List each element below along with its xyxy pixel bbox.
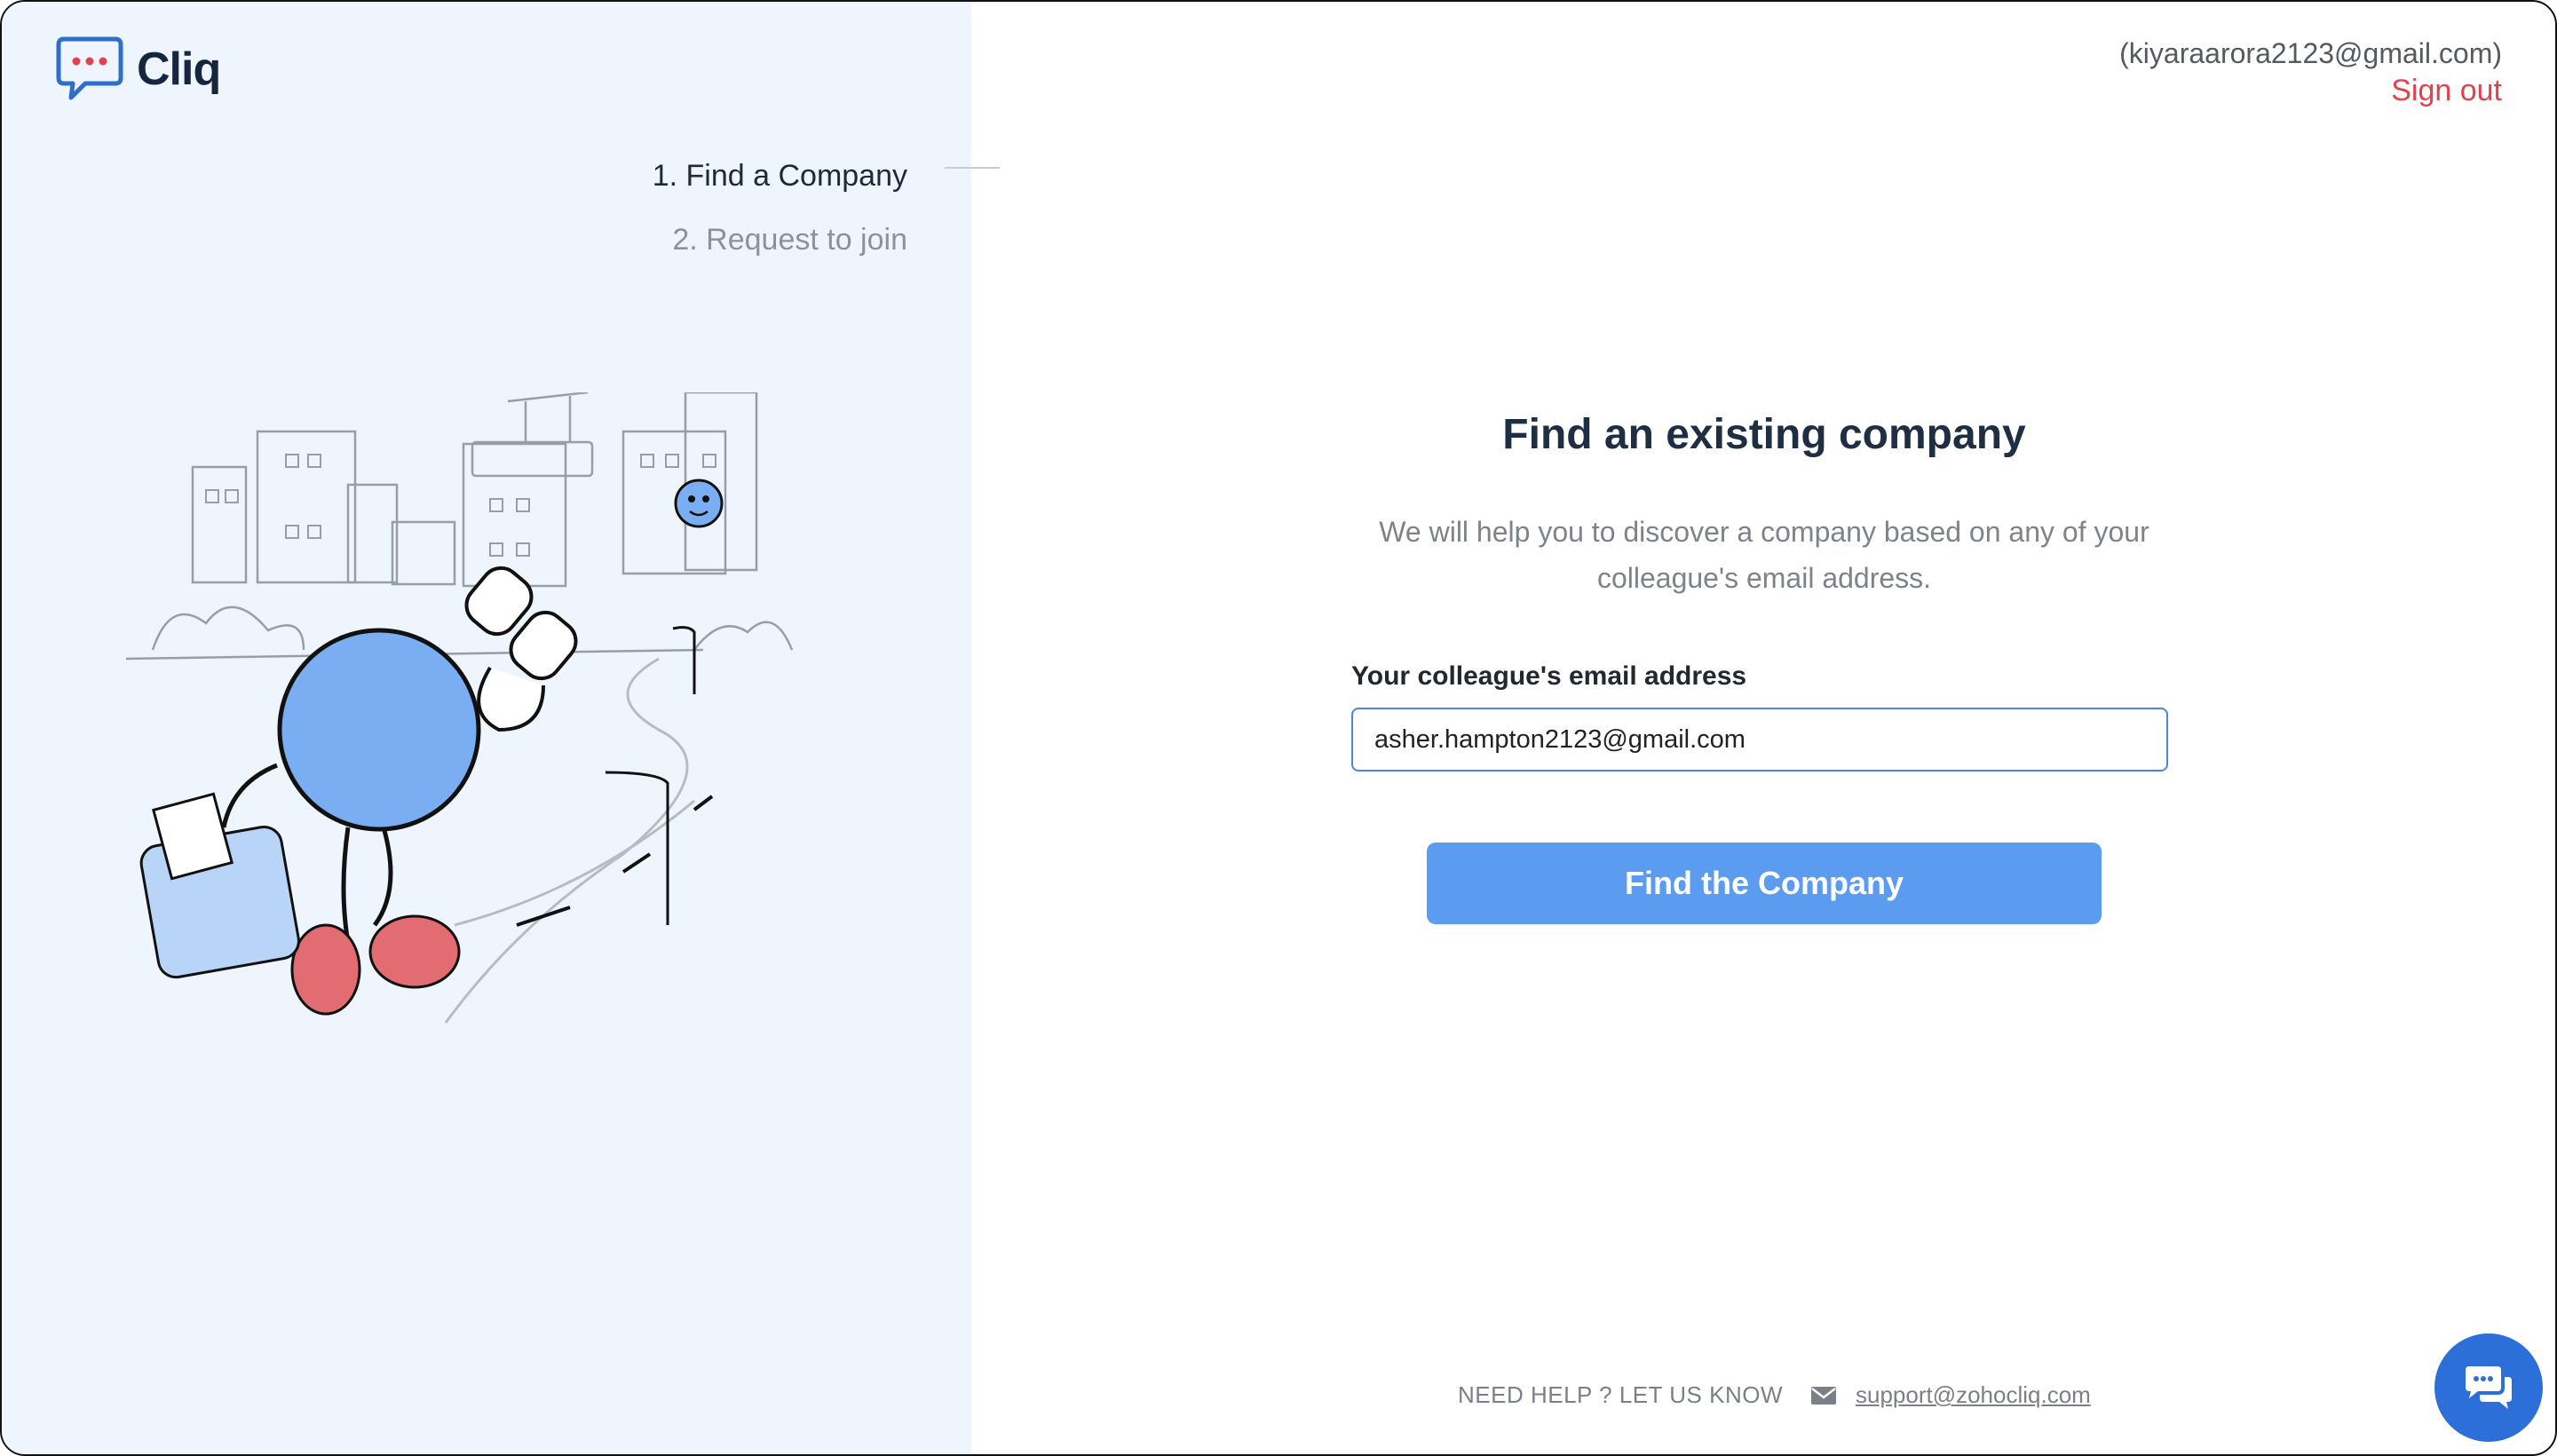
envelope-icon	[1810, 1386, 1836, 1405]
help-footer: NEED HELP ? LET US KNOW support@zohocliq…	[1458, 1381, 2091, 1409]
sign-out-link[interactable]: Sign out	[2119, 71, 2502, 110]
chat-widget-icon	[2466, 1366, 2512, 1409]
description-line-1: We will help you to discover a company b…	[1379, 516, 2149, 548]
step-request-join: 2. Request to join	[672, 223, 907, 257]
cliq-logo[interactable]: Cliq	[53, 36, 221, 103]
page-title: Find an existing company	[1502, 411, 2026, 458]
progress-steps: 1. Find a Company 2. Request to join	[653, 144, 907, 272]
description-line-2: colleague's email address.	[1596, 562, 1932, 594]
app-name: Cliq	[137, 44, 221, 95]
account-info: (kiyaraarora2123@gmail.com) Sign out	[2119, 36, 2502, 110]
chat-bubble-dots-icon	[56, 36, 123, 100]
active-step-connector	[945, 167, 1000, 169]
step-find-company: 1. Find a Company	[652, 159, 907, 193]
search-illustration	[126, 392, 794, 1024]
chat-widget-button[interactable]	[2434, 1333, 2543, 1442]
account-email: (kiyaraarora2123@gmail.com)	[2119, 37, 2502, 69]
find-company-button[interactable]: Find the Company	[1427, 843, 2102, 924]
support-email-link[interactable]: support@zohocliq.com	[1856, 1381, 2091, 1409]
left-pane: Cliq 1. Find a Company 2. Request to joi…	[2, 2, 971, 1454]
colleague-email-input[interactable]	[1351, 708, 2168, 772]
email-field-label: Your colleague's email address	[1351, 661, 1747, 691]
help-text: NEED HELP ? LET US KNOW	[1458, 1381, 1783, 1408]
app-window: Cliq 1. Find a Company 2. Request to joi…	[0, 0, 2557, 1456]
page-description: We will help you to discover a company b…	[1365, 509, 2164, 601]
find-company-form: Find an existing company We will help yo…	[1351, 410, 2177, 924]
